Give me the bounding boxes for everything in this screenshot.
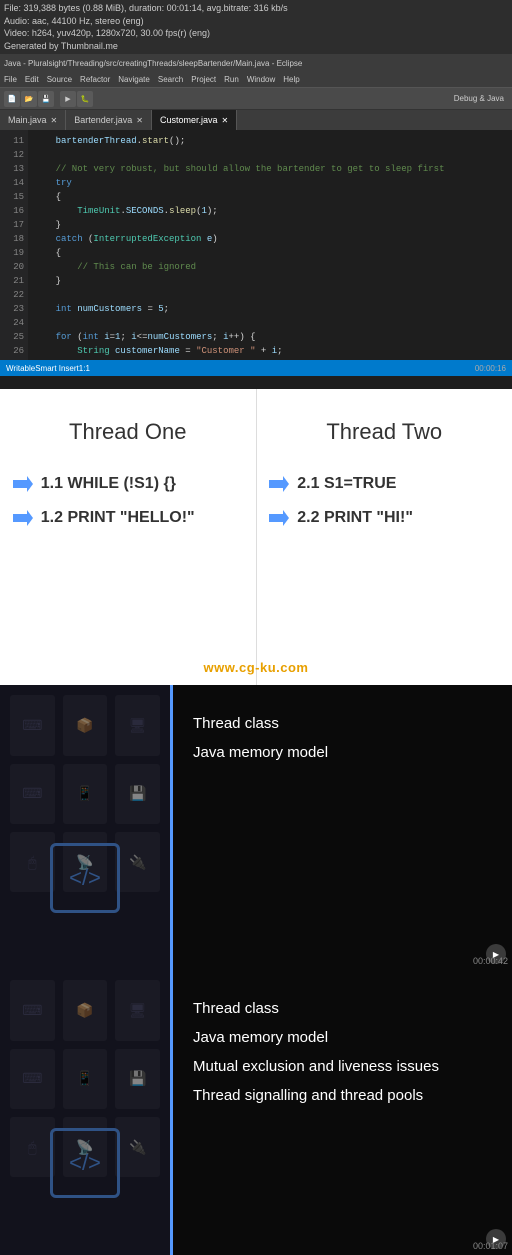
course-right-1: Thread class Java memory model — [170, 685, 512, 970]
ide-timestamp: 00:00:16 — [475, 364, 506, 373]
status-position: 1:1 — [79, 364, 90, 373]
code-content: bartenderThread.start(); // Not very rob… — [28, 130, 512, 360]
thread-two-text-1: 2.1 S1=TRUE — [297, 475, 396, 493]
info-line-4: Generated by Thumbnail.me — [4, 40, 508, 53]
info-bar: File: 319,388 bytes (0.88 MiB), duration… — [0, 0, 512, 54]
toolbar-btn-debug[interactable]: 🐛 — [77, 91, 93, 107]
thread-one-item-1: 1.1 WHILE (!S1) {} — [13, 475, 243, 493]
ide-title: Java - Pluralsight/Threading/src/creatin… — [4, 59, 302, 68]
timestamp-1: 00:00:42 — [473, 956, 508, 966]
thread-two-arrow-2 — [269, 510, 289, 526]
tab-main-java[interactable]: Main.java ✕ — [0, 110, 66, 130]
code-icon-2: </> — [50, 1128, 120, 1198]
info-line-1: File: 319,388 bytes (0.88 MiB), duration… — [4, 2, 508, 15]
thread-one-item-2: 1.2 PRINT "HELLO!" — [13, 509, 243, 527]
pattern-item: ⌨ — [10, 1049, 55, 1109]
timestamp-2: 00:01:07 — [473, 1241, 508, 1251]
slide-course-2: ⌨ 📦 🖥 ⌨ 📱 💾 🖱 📡 🔌 </> Thread class Java … — [0, 970, 512, 1255]
ide-statusbar: Writable Smart Insert 1:1 00:00:16 — [0, 360, 512, 376]
tab-close-main[interactable]: ✕ — [51, 116, 58, 125]
pattern-item: 🖥 — [115, 695, 160, 755]
course-item-java-memory-2: Java memory model — [193, 1029, 492, 1046]
toolbar-btn-save[interactable]: 💾 — [38, 91, 54, 107]
pattern-item: 🖱 — [10, 832, 55, 892]
thread-two-text-2: 2.2 PRINT "HI!" — [297, 509, 413, 527]
thread-one-text-1: 1.1 WHILE (!S1) {} — [41, 475, 176, 493]
ide-window: Java - Pluralsight/Threading/src/creatin… — [0, 54, 512, 389]
menu-project[interactable]: Project — [191, 75, 216, 84]
thread-two-column: Thread Two 2.1 S1=TRUE 2.2 PRINT "HI!" — [257, 389, 512, 685]
tab-close-bartender[interactable]: ✕ — [136, 116, 143, 125]
line-numbers: 11 12 13 14 15 16 17 18 19 20 21 22 23 2… — [0, 130, 28, 360]
toolbar-group-2: ▶ 🐛 — [60, 91, 93, 107]
thread-two-title: Thread Two — [326, 419, 442, 445]
course-item-thread-class-2: Thread class — [193, 1000, 492, 1017]
course-item-thread-signalling: Thread signalling and thread pools — [193, 1087, 492, 1104]
toolbar-group-1: 📄 📂 💾 — [4, 91, 54, 107]
toolbar-btn-open[interactable]: 📂 — [21, 91, 37, 107]
pattern-item: 📦 — [63, 980, 108, 1040]
tab-customer-java[interactable]: Customer.java ✕ — [152, 110, 237, 130]
slide-course-1: ⌨ 📦 🖥 ⌨ 📱 💾 🖱 📡 🔌 </> Thread class Java … — [0, 685, 512, 970]
course-right-2: Thread class Java memory model Mutual ex… — [170, 970, 512, 1255]
menu-search[interactable]: Search — [158, 75, 183, 84]
info-line-3: Video: h264, yuv420p, 1280x720, 30.00 fp… — [4, 27, 508, 40]
thread-one-arrow-2 — [13, 510, 33, 526]
code-area: 11 12 13 14 15 16 17 18 19 20 21 22 23 2… — [0, 130, 512, 360]
pattern-item: 💾 — [115, 1049, 160, 1109]
tab-bartender-java[interactable]: Bartender.java ✕ — [66, 110, 152, 130]
thread-two-arrow-1 — [269, 476, 289, 492]
pattern-item: ⌨ — [10, 695, 55, 755]
menu-file[interactable]: File — [4, 75, 17, 84]
info-line-2: Audio: aac, 44100 Hz, stereo (eng) — [4, 15, 508, 28]
course-pattern-1: ⌨ 📦 🖥 ⌨ 📱 💾 🖱 📡 🔌 </> — [0, 685, 170, 970]
course-left-2: ⌨ 📦 🖥 ⌨ 📱 💾 🖱 📡 🔌 </> — [0, 970, 170, 1255]
status-writable: Writable — [6, 364, 35, 373]
menu-source[interactable]: Source — [47, 75, 72, 84]
thread-one-text-2: 1.2 PRINT "HELLO!" — [41, 509, 195, 527]
status-insert: Smart Insert — [35, 364, 79, 373]
ide-titlebar: Java - Pluralsight/Threading/src/creatin… — [0, 54, 512, 72]
watermark: www.cg-ku.com — [204, 660, 309, 675]
menu-refactor[interactable]: Refactor — [80, 75, 110, 84]
toolbar-btn-run[interactable]: ▶ — [60, 91, 76, 107]
ide-toolbar: 📄 📂 💾 ▶ 🐛 Debug & Java — [0, 88, 512, 110]
menu-edit[interactable]: Edit — [25, 75, 39, 84]
course-item-mutual-exclusion: Mutual exclusion and liveness issues — [193, 1058, 492, 1075]
thread-one-arrow-1 — [13, 476, 33, 492]
course-item-java-memory-1: Java memory model — [193, 744, 492, 761]
pattern-item: ⌨ — [10, 764, 55, 824]
course-pattern-2: ⌨ 📦 🖥 ⌨ 📱 💾 🖱 📡 🔌 </> — [0, 970, 170, 1255]
pattern-item: 📱 — [63, 1049, 108, 1109]
ide-menubar[interactable]: File Edit Source Refactor Navigate Searc… — [0, 72, 512, 88]
pattern-item: 📦 — [63, 695, 108, 755]
debug-label: Debug & Java — [454, 94, 504, 103]
thread-two-item-2: 2.2 PRINT "HI!" — [269, 509, 499, 527]
menu-help[interactable]: Help — [283, 75, 299, 84]
menu-run[interactable]: Run — [224, 75, 239, 84]
thread-one-title: Thread One — [69, 419, 186, 445]
thread-one-column: Thread One 1.1 WHILE (!S1) {} 1.2 PRINT … — [0, 389, 257, 685]
pattern-grid-1: ⌨ 📦 🖥 ⌨ 📱 💾 🖱 📡 🔌 — [0, 685, 170, 970]
code-icon-1: </> — [50, 843, 120, 913]
pattern-item: 💾 — [115, 764, 160, 824]
pattern-item: ⌨ — [10, 980, 55, 1040]
menu-navigate[interactable]: Navigate — [118, 75, 150, 84]
pattern-item: 📱 — [63, 764, 108, 824]
pattern-item: 🔌 — [115, 832, 160, 892]
menu-window[interactable]: Window — [247, 75, 275, 84]
ide-tabs: Main.java ✕ Bartender.java ✕ Customer.ja… — [0, 110, 512, 130]
slide-threads: Thread One 1.1 WHILE (!S1) {} 1.2 PRINT … — [0, 389, 512, 685]
pattern-item: 🖱 — [10, 1117, 55, 1177]
course-item-thread-class-1: Thread class — [193, 715, 492, 732]
pattern-item: 🔌 — [115, 1117, 160, 1177]
pattern-item: 🖥 — [115, 980, 160, 1040]
pattern-grid-2: ⌨ 📦 🖥 ⌨ 📱 💾 🖱 📡 🔌 — [0, 970, 170, 1255]
toolbar-btn-new[interactable]: 📄 — [4, 91, 20, 107]
thread-two-item-1: 2.1 S1=TRUE — [269, 475, 499, 493]
course-left-1: ⌨ 📦 🖥 ⌨ 📱 💾 🖱 📡 🔌 </> — [0, 685, 170, 970]
tab-close-customer[interactable]: ✕ — [222, 116, 229, 125]
thread-columns: Thread One 1.1 WHILE (!S1) {} 1.2 PRINT … — [0, 389, 512, 685]
